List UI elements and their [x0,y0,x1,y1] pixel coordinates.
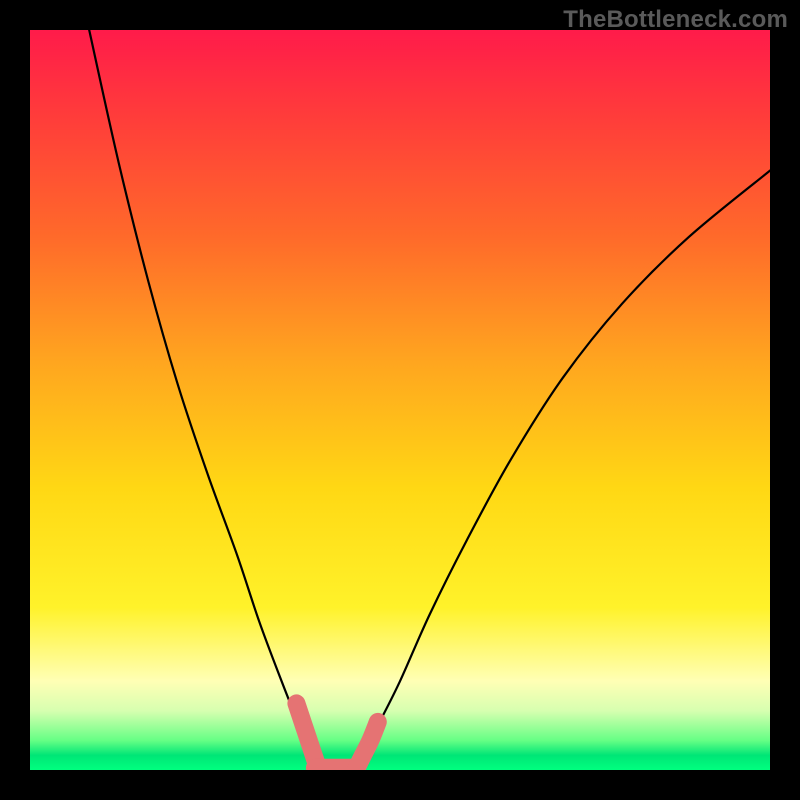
chart-frame: TheBottleneck.com [0,0,800,800]
curve-layer [30,30,770,770]
right-curve [356,171,770,770]
right-highlight [356,722,378,770]
watermark-text: TheBottleneck.com [563,6,788,34]
plot-area [30,30,770,770]
left-curve [89,30,318,770]
